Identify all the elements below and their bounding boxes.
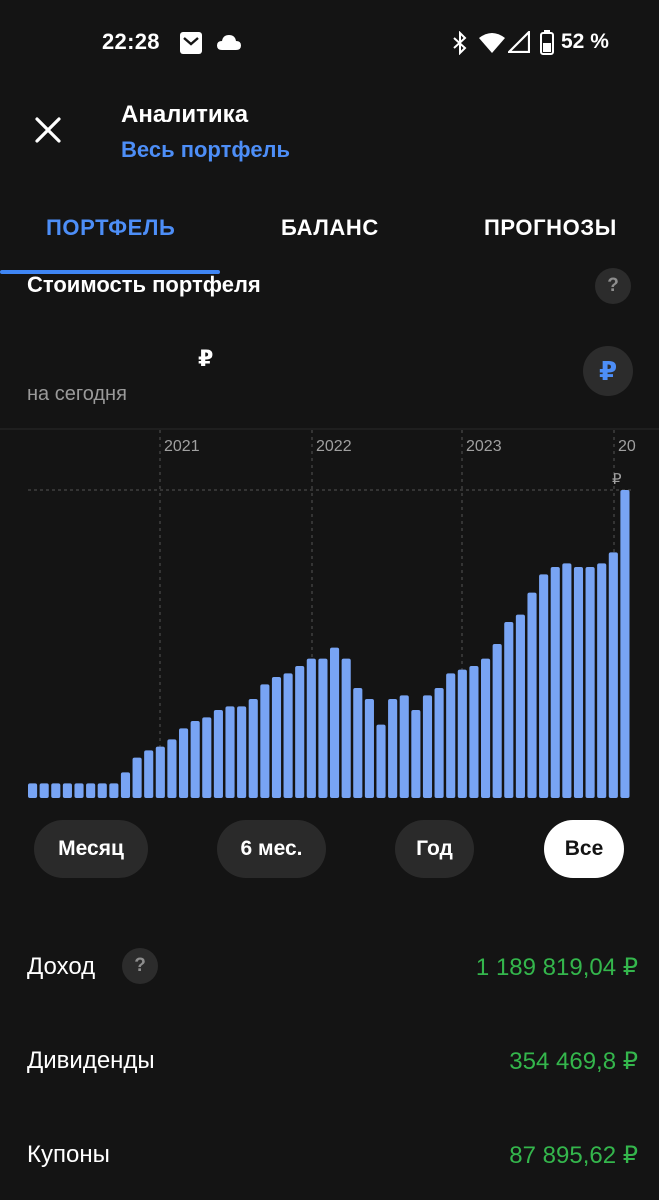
chart-bar	[504, 622, 514, 798]
signal-icon	[508, 31, 530, 53]
chart-bar	[515, 614, 525, 798]
mail-icon	[180, 32, 202, 54]
chart-bar	[97, 783, 107, 798]
chart-bar	[260, 684, 270, 798]
portfolio-selector[interactable]: Весь портфель	[121, 137, 290, 163]
dividends-value: 354 469,8 ₽	[509, 1048, 638, 1075]
period-6-months-button[interactable]: 6 мес.	[217, 820, 326, 878]
chart-bar	[74, 783, 84, 798]
chart-bar	[109, 783, 119, 798]
chart-bar	[469, 666, 479, 798]
chart-bar	[330, 647, 340, 798]
wifi-icon	[479, 33, 505, 53]
tab-forecasts[interactable]: ПРОГНОЗЫ	[484, 215, 617, 241]
chart-bar	[155, 746, 165, 798]
chart-bar	[295, 666, 305, 798]
chart-bar	[341, 658, 351, 798]
chart-bar	[353, 688, 363, 798]
page-title: Аналитика	[121, 101, 249, 128]
income-help-button[interactable]: ?	[122, 948, 158, 984]
chart-bar	[144, 750, 154, 798]
chart-bar	[62, 783, 72, 798]
chart-bar	[481, 658, 491, 798]
chart-bar	[225, 706, 235, 798]
period-month-button[interactable]: Месяц	[34, 820, 148, 878]
cloud-icon	[217, 35, 241, 50]
chart-bar	[422, 695, 433, 798]
chart-bar	[550, 567, 560, 798]
chart-bar	[620, 490, 630, 798]
chart-bar	[399, 695, 409, 798]
chart-bar	[446, 673, 456, 798]
currency-toggle-button[interactable]: ₽	[583, 346, 633, 396]
chart-bar	[318, 658, 328, 798]
chart-bar	[597, 563, 607, 798]
max-value-marker: ₽	[612, 471, 622, 488]
chart-bar	[213, 710, 223, 798]
chart-bar	[573, 567, 584, 798]
income-label: Доход	[27, 953, 96, 980]
chart-bar	[237, 706, 247, 798]
chart-bar	[132, 757, 142, 798]
battery-icon	[540, 30, 554, 55]
chart-bar	[190, 721, 200, 798]
battery-percent: 52 %	[561, 30, 609, 53]
chart-bar	[492, 644, 502, 798]
chart-bar	[539, 574, 549, 798]
chart-bar	[86, 783, 96, 798]
coupons-label: Купоны	[27, 1141, 110, 1168]
dividends-label: Дивиденды	[27, 1047, 155, 1074]
chart-bar	[28, 783, 38, 798]
bluetooth-icon	[453, 31, 467, 55]
chart-bar	[248, 699, 258, 798]
chart-bar	[179, 728, 189, 798]
close-icon[interactable]	[30, 112, 66, 148]
chart-bar	[39, 783, 49, 798]
chart-bar	[527, 592, 537, 798]
tab-portfolio[interactable]: ПОРТФЕЛЬ	[46, 215, 175, 241]
chart-bar	[585, 567, 595, 798]
section-title: Стоимость портфеля	[27, 272, 261, 297]
chart-bar	[364, 699, 374, 798]
chart-bar	[271, 677, 282, 798]
portfolio-help-button[interactable]: ?	[595, 268, 631, 304]
income-value: 1 189 819,04 ₽	[475, 954, 638, 981]
year-label: 20	[618, 438, 636, 455]
period-all-button[interactable]: Все	[544, 820, 624, 878]
period-year-button[interactable]: Год	[395, 820, 474, 878]
chart-bar	[202, 717, 212, 798]
coupons-value: 87 895,62 ₽	[509, 1142, 638, 1169]
as-of-label: на сегодня	[27, 383, 127, 405]
chart-bar	[388, 699, 398, 798]
status-time: 22:28	[102, 29, 160, 54]
chart-bar	[411, 710, 421, 798]
chart-bar	[376, 724, 386, 798]
chart-bar	[562, 563, 572, 798]
portfolio-currency-symbol: ₽	[198, 346, 214, 371]
year-label: 2021	[164, 438, 200, 455]
year-label: 2023	[466, 438, 502, 455]
chart-bar	[120, 772, 131, 798]
chart-bar	[434, 688, 444, 798]
portfolio-value-chart[interactable]: 2021 2022 2023 20 ₽	[0, 428, 659, 800]
chart-bar	[306, 658, 316, 798]
chart-bar	[167, 739, 177, 798]
chart-bar	[608, 552, 618, 798]
chart-bar	[457, 669, 467, 798]
chart-bar	[51, 783, 61, 798]
year-label: 2022	[316, 438, 352, 455]
tab-balance[interactable]: БАЛАНС	[281, 215, 379, 241]
chart-bar	[283, 673, 293, 798]
